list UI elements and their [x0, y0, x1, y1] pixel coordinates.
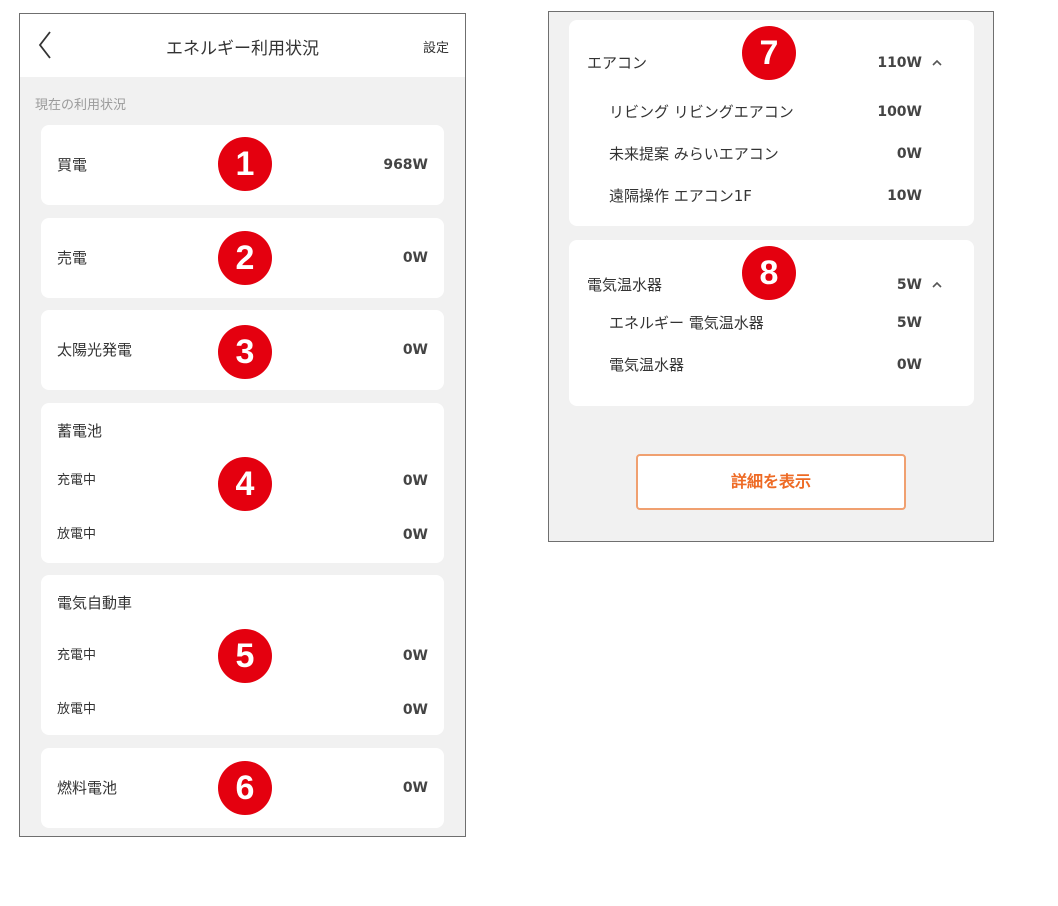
device-item-value: 0W — [896, 357, 922, 373]
device-item-row: リビング リビングエアコン 100W — [569, 99, 974, 125]
expand-toggle[interactable] — [930, 272, 944, 298]
device-item-name: エネルギー 電気温水器 — [609, 314, 764, 332]
number-badge: 6 — [218, 761, 272, 815]
chevron-up-icon — [932, 281, 942, 288]
device-value: 110W — [877, 55, 922, 71]
number-badge: 1 — [218, 137, 272, 191]
number-badge: 3 — [218, 325, 272, 379]
device-item-row: 未来提案 みらいエアコン 0W — [569, 141, 974, 167]
card-title-row: 蓄電池 — [41, 419, 444, 443]
number-badge: 2 — [218, 231, 272, 285]
section-label: 現在の利用状況 — [35, 98, 127, 113]
device-detail-screen: エアコン 110W リビング リビングエアコン 100W 未来提案 みらいエアコ… — [548, 11, 994, 542]
device-item-row: 遠隔操作 エアコン1F 10W — [569, 183, 974, 209]
card-label: 電気自動車 — [57, 594, 133, 612]
number-badge: 8 — [742, 246, 796, 300]
settings-button[interactable]: 設定 — [423, 37, 449, 56]
device-item-value: 100W — [877, 104, 922, 120]
device-value: 5W — [896, 277, 922, 293]
row-label: 放電中 — [57, 702, 97, 717]
device-name: 電気温水器 — [587, 276, 663, 294]
expand-toggle[interactable] — [930, 50, 944, 76]
show-details-button[interactable]: 詳細を表示 — [636, 454, 906, 510]
number-badge: 7 — [742, 26, 796, 80]
number-badge: 5 — [218, 629, 272, 683]
card-value: 0W — [402, 250, 428, 266]
row-label: 充電中 — [57, 473, 97, 488]
row-value: 0W — [402, 702, 428, 718]
device-item-row: エネルギー 電気温水器 5W — [569, 310, 974, 336]
device-item-value: 5W — [896, 315, 922, 331]
row-label: 充電中 — [57, 648, 97, 663]
device-name: エアコン — [587, 54, 648, 72]
card-value: 0W — [402, 780, 428, 796]
page-title: エネルギー利用状況 — [166, 39, 319, 59]
row-value: 0W — [402, 527, 428, 543]
device-item-name: リビング リビングエアコン — [609, 103, 794, 121]
row-label: 放電中 — [57, 527, 97, 542]
chevron-up-icon — [932, 59, 942, 66]
device-item-name: 未来提案 みらいエアコン — [609, 145, 779, 163]
discharging-row: 放電中 0W — [41, 523, 444, 547]
card-label: 買電 — [57, 156, 88, 174]
energy-status-screen: エネルギー利用状況 設定 現在の利用状況 買電 968W 売電 0W 太陽光発電… — [19, 13, 466, 837]
number-badge: 4 — [218, 457, 272, 511]
device-item-value: 0W — [896, 146, 922, 162]
card-title-row: 電気自動車 — [41, 591, 444, 615]
card-value: 0W — [402, 342, 428, 358]
card-label: 太陽光発電 — [57, 341, 133, 359]
discharging-row: 放電中 0W — [41, 698, 444, 722]
device-item-value: 10W — [887, 188, 922, 204]
device-item-name: 電気温水器 — [609, 356, 685, 374]
row-value: 0W — [402, 473, 428, 489]
card-label: 燃料電池 — [57, 779, 118, 797]
device-item-row: 電気温水器 0W — [569, 352, 974, 378]
row-value: 0W — [402, 648, 428, 664]
device-item-name: 遠隔操作 エアコン1F — [609, 187, 752, 205]
card-label: 蓄電池 — [57, 422, 103, 440]
app-header: エネルギー利用状況 設定 — [20, 14, 465, 77]
card-value: 968W — [383, 157, 428, 173]
card-label: 売電 — [57, 249, 88, 267]
